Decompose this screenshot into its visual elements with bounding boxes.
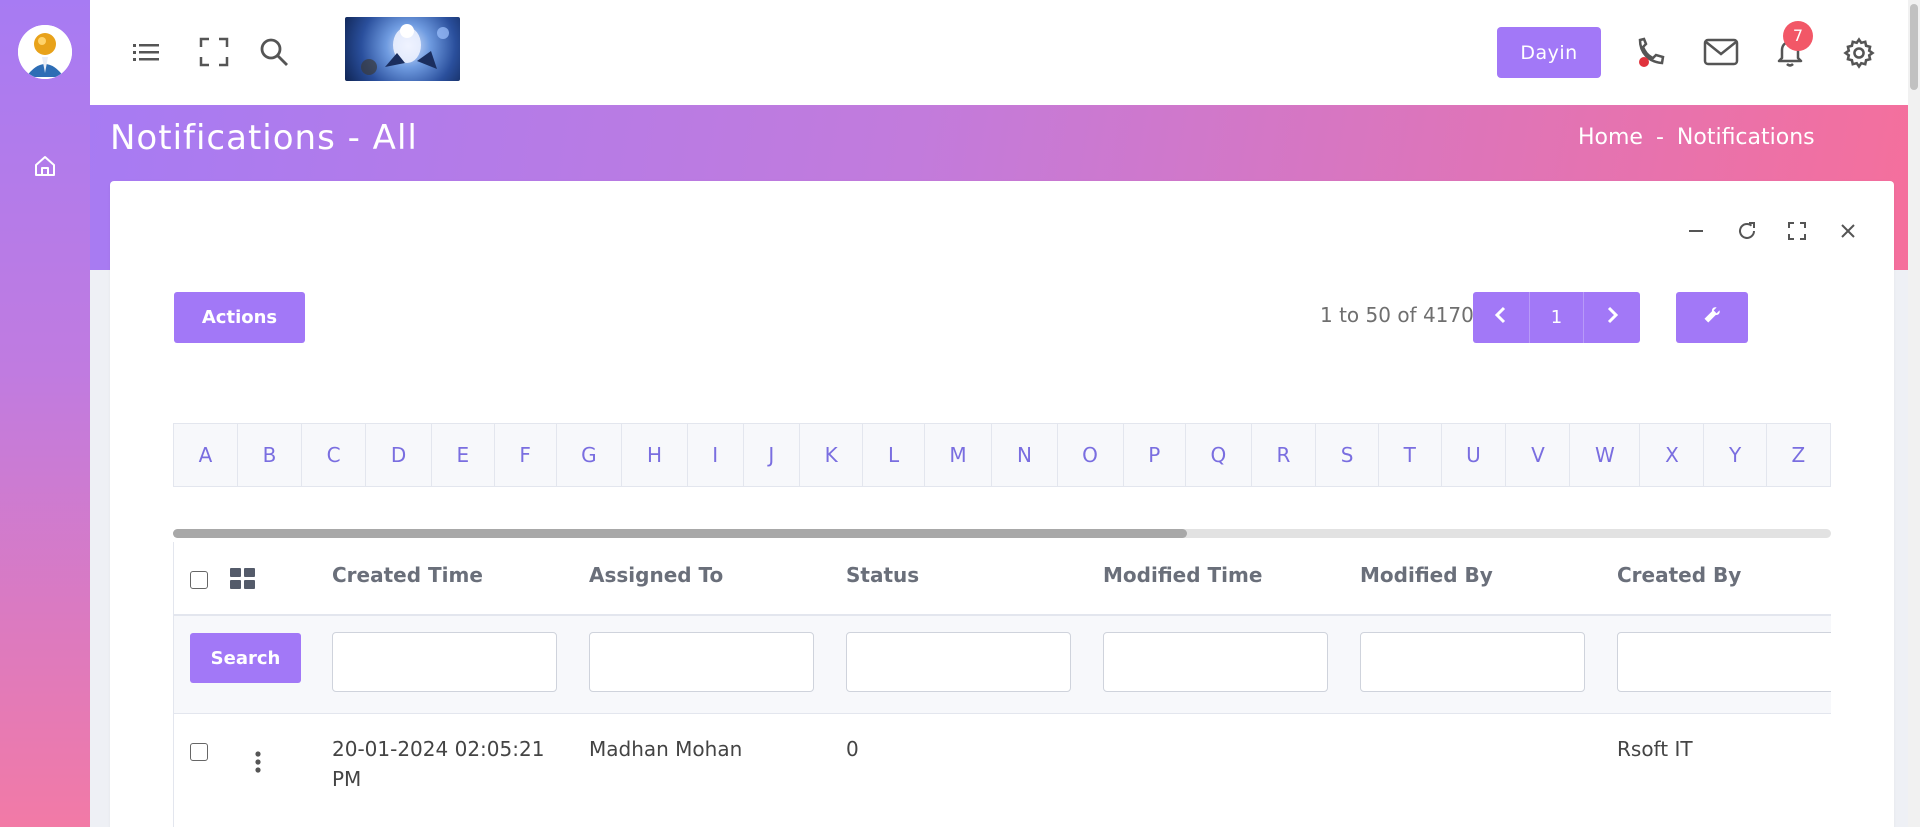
fullscreen-icon[interactable] xyxy=(198,36,230,68)
search-icon[interactable] xyxy=(258,36,290,68)
dayin-button[interactable]: Dayin xyxy=(1497,27,1601,78)
table-row[interactable]: 20-01-2024 02:05:21 PM Madhan Mohan 0 Rs… xyxy=(174,714,1831,827)
row-checkbox[interactable] xyxy=(190,743,208,761)
cell-created-by: Rsoft IT xyxy=(1617,737,1693,761)
alpha-letter-v[interactable]: V xyxy=(1506,424,1571,486)
alpha-letter-g[interactable]: G xyxy=(557,424,623,486)
mail-icon[interactable] xyxy=(1703,36,1739,68)
cell-assigned-to: Madhan Mohan xyxy=(589,737,743,761)
alpha-letter-c[interactable]: C xyxy=(302,424,367,486)
search-button[interactable]: Search xyxy=(190,633,301,683)
alphabet-filter: ABCDEFGHIJKLMNOPQRSTUVWXYZ xyxy=(173,423,1831,487)
column-header-assigned-to[interactable]: Assigned To xyxy=(589,563,723,587)
alpha-letter-t[interactable]: T xyxy=(1379,424,1442,486)
refresh-icon[interactable] xyxy=(1735,219,1759,243)
row-menu-icon[interactable] xyxy=(254,751,262,777)
filter-row: Search xyxy=(174,616,1831,714)
page-scrollbar[interactable] xyxy=(1908,0,1920,827)
cell-status: 0 xyxy=(846,737,859,761)
pagination-info: 1 to 50 of 4170 xyxy=(1320,303,1474,327)
notification-count-badge: 7 xyxy=(1783,21,1813,51)
page-title: Notifications - All xyxy=(110,118,418,158)
alpha-letter-z[interactable]: Z xyxy=(1767,424,1830,486)
sidebar xyxy=(0,0,90,827)
alpha-letter-n[interactable]: N xyxy=(992,424,1058,486)
alpha-letter-l[interactable]: L xyxy=(863,424,925,486)
alpha-letter-s[interactable]: S xyxy=(1316,424,1380,486)
filter-assigned-to-input[interactable] xyxy=(589,632,814,692)
page-number-button[interactable]: 1 xyxy=(1529,292,1584,343)
select-all-checkbox[interactable] xyxy=(190,571,208,589)
alpha-letter-w[interactable]: W xyxy=(1570,424,1641,486)
menu-list-icon[interactable] xyxy=(130,36,162,68)
alpha-letter-k[interactable]: K xyxy=(800,424,864,486)
breadcrumb-current: Notifications xyxy=(1676,125,1815,150)
filter-created-time-input[interactable] xyxy=(332,632,557,692)
column-header-created-time[interactable]: Created Time xyxy=(332,563,483,587)
notifications-table: Created Time Assigned To Status Modified… xyxy=(173,542,1831,827)
breadcrumb: Home - Notifications xyxy=(1578,125,1821,150)
minimize-icon[interactable] xyxy=(1684,219,1708,243)
table-scrollbar-thumb[interactable] xyxy=(173,529,1187,538)
breadcrumb-separator: - xyxy=(1655,125,1664,150)
banner-image xyxy=(345,17,460,81)
alpha-letter-y[interactable]: Y xyxy=(1704,424,1767,486)
alpha-letter-j[interactable]: J xyxy=(744,424,800,486)
user-avatar[interactable] xyxy=(18,25,72,79)
close-icon[interactable] xyxy=(1836,219,1860,243)
grid-view-icon[interactable] xyxy=(230,568,256,594)
alpha-letter-o[interactable]: O xyxy=(1058,424,1124,486)
table-header-row: Created Time Assigned To Status Modified… xyxy=(174,542,1831,616)
settings-wrench-button[interactable] xyxy=(1676,292,1748,343)
chevron-right-icon xyxy=(1607,306,1619,324)
column-header-modified-time[interactable]: Modified Time xyxy=(1103,563,1262,587)
filter-status-input[interactable] xyxy=(846,632,1071,692)
table-horizontal-scrollbar[interactable] xyxy=(173,529,1831,538)
alpha-letter-b[interactable]: B xyxy=(238,424,302,486)
alpha-letter-m[interactable]: M xyxy=(925,424,993,486)
alpha-letter-p[interactable]: P xyxy=(1124,424,1186,486)
alpha-letter-u[interactable]: U xyxy=(1442,424,1507,486)
alpha-letter-x[interactable]: X xyxy=(1640,424,1705,486)
page-scrollbar-thumb[interactable] xyxy=(1910,4,1918,90)
wrench-icon xyxy=(1704,307,1720,323)
settings-gear-icon[interactable] xyxy=(1842,36,1875,69)
next-page-button[interactable] xyxy=(1584,292,1640,343)
cell-created-time: 20-01-2024 02:05:21 PM xyxy=(332,737,545,791)
alpha-letter-a[interactable]: A xyxy=(174,424,238,486)
notifications-card: Actions 1 to 50 of 4170 1 ABCDEFGHIJKLMN… xyxy=(110,181,1894,827)
alpha-letter-e[interactable]: E xyxy=(432,424,495,486)
filter-modified-by-input[interactable] xyxy=(1360,632,1585,692)
breadcrumb-home-link[interactable]: Home xyxy=(1578,125,1643,150)
filter-modified-time-input[interactable] xyxy=(1103,632,1328,692)
prev-page-button[interactable] xyxy=(1473,292,1529,343)
actions-button[interactable]: Actions xyxy=(174,292,305,343)
filter-created-by-input[interactable] xyxy=(1617,632,1831,692)
expand-icon[interactable] xyxy=(1785,219,1809,243)
column-header-status[interactable]: Status xyxy=(846,563,919,587)
column-header-modified-by[interactable]: Modified By xyxy=(1360,563,1493,587)
alpha-letter-f[interactable]: F xyxy=(495,424,557,486)
column-header-created-by[interactable]: Created By xyxy=(1617,563,1741,587)
phone-icon[interactable] xyxy=(1634,36,1666,68)
alpha-letter-r[interactable]: R xyxy=(1252,424,1317,486)
alpha-letter-d[interactable]: D xyxy=(366,424,432,486)
home-icon[interactable] xyxy=(33,154,57,178)
alpha-letter-q[interactable]: Q xyxy=(1186,424,1252,486)
alpha-letter-h[interactable]: H xyxy=(622,424,688,486)
chevron-left-icon xyxy=(1494,306,1506,324)
top-header: Dayin 7 xyxy=(90,0,1908,105)
alpha-letter-i[interactable]: I xyxy=(688,424,744,486)
